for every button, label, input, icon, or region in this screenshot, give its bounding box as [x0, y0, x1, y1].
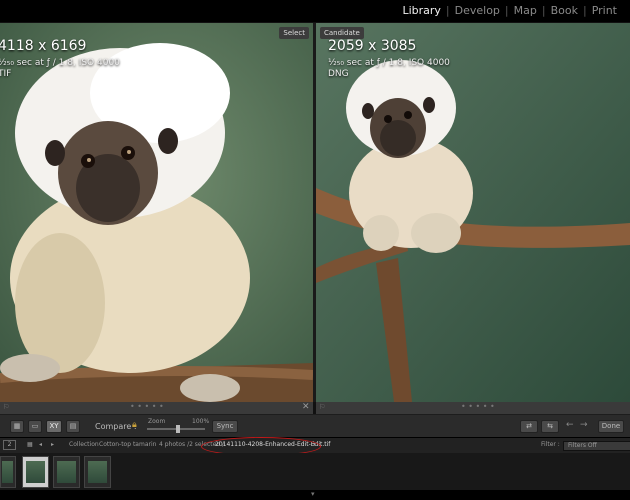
module-picker-bar: Library | Develop | Map | Book | Print [0, 0, 630, 22]
rating-dots[interactable]: • • • • • [461, 402, 495, 411]
chevron-down-icon[interactable]: ▾ [311, 490, 315, 498]
filter-select[interactable]: Filters Off [563, 441, 630, 451]
select-pane-strip: ⚐ • • • • • ✕ [0, 402, 313, 414]
select-pane[interactable]: Select 4118 x 6169 ⅟₂₅₀ sec at ƒ / 1.8, … [0, 23, 313, 402]
module-book[interactable]: Book [546, 4, 583, 17]
select-photo [0, 23, 313, 402]
compare-view-icon[interactable]: XY [46, 420, 62, 433]
arrow-right-icon[interactable]: ▸ [51, 441, 54, 448]
swap-icon[interactable]: ⇄ [520, 420, 538, 433]
candidate-exposure: ⅟₂₅₀ sec at ƒ / 1.8, ISO 4000 [328, 58, 450, 68]
candidate-dimensions: 2059 x 3085 [328, 38, 417, 54]
candidate-pane-strip: ⚐ • • • • • [316, 402, 630, 414]
filmstrip-thumbnail[interactable] [53, 456, 80, 488]
flag-icon[interactable]: ⚐ [319, 403, 325, 411]
rating-dots[interactable]: • • • • • [130, 402, 164, 411]
sync-button[interactable]: Sync [212, 420, 238, 433]
secondary-window-button[interactable]: 2 [3, 440, 16, 450]
flag-icon[interactable]: ⚐ [3, 403, 9, 411]
grid-view-icon[interactable]: ▦ [10, 420, 24, 433]
make-select-icon[interactable]: ⇆ [541, 420, 559, 433]
close-icon[interactable]: ✕ [302, 402, 310, 412]
grid-icon[interactable]: ▦ [27, 441, 33, 448]
module-map[interactable]: Map [509, 4, 542, 17]
module-library[interactable]: Library [397, 4, 445, 17]
module-develop[interactable]: Develop [450, 4, 505, 17]
select-tag: Select [279, 27, 309, 39]
compare-label: Compare : [95, 422, 137, 431]
filmstrip-thumbnail[interactable] [22, 456, 49, 488]
lock-icon[interactable]: 🔒︎ [132, 420, 137, 430]
collection-label: Collection [69, 441, 99, 448]
loupe-view-icon[interactable]: ▭ [28, 420, 42, 433]
zoom-label: Zoom [148, 418, 166, 425]
filter-label: Filter : [541, 441, 560, 448]
candidate-format: DNG [328, 69, 349, 79]
select-exposure: ⅟₂₅₀ sec at ƒ / 1.8, ISO 4000 [0, 58, 120, 68]
filmstrip-thumbnail[interactable] [0, 456, 16, 488]
survey-view-icon[interactable]: ▤ [66, 420, 80, 433]
filmstrip-thumbnail[interactable] [84, 456, 111, 488]
collection-name[interactable]: Cotton-top tamarin [99, 441, 156, 448]
module-print[interactable]: Print [587, 4, 622, 17]
module-picker: Library | Develop | Map | Book | Print [397, 4, 622, 17]
candidate-photo [316, 23, 630, 402]
candidate-pane[interactable]: Candidate 2059 x 3085 ⅟₂₅₀ sec at ƒ / 1.… [316, 23, 630, 402]
filmstrip [0, 453, 630, 490]
arrow-right-icon[interactable]: → [580, 420, 588, 430]
arrow-left-icon[interactable]: ◂ [39, 441, 42, 448]
toolbar: ▦ ▭ XY ▤ Compare : 🔒︎ Zoom 100% Sync ⇄ ⇆… [0, 414, 630, 437]
done-button[interactable]: Done [598, 420, 624, 433]
zoom-value: 100% [192, 418, 210, 425]
select-dimensions: 4118 x 6169 [0, 38, 87, 54]
bottom-panel-toggle-bar: ▾ [0, 490, 630, 500]
select-format: TIF [0, 69, 12, 79]
arrow-left-icon[interactable]: ← [566, 420, 574, 430]
zoom-slider-thumb[interactable] [176, 425, 180, 433]
